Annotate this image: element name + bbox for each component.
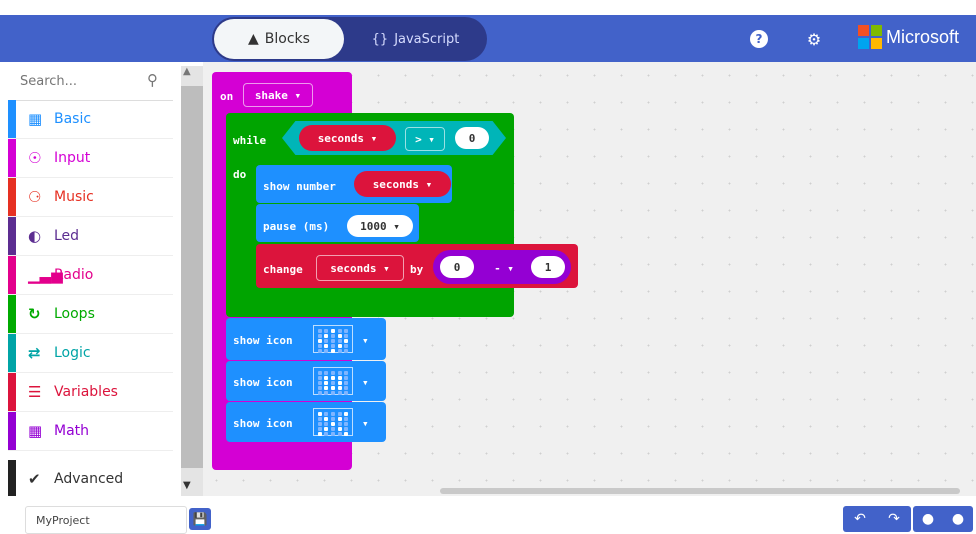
category-label: Logic [54,345,91,361]
tab-blocks-label: Blocks [264,31,310,47]
show-icon-label: show icon [233,417,293,430]
category-label: Loops [54,306,95,322]
category-advanced[interactable]: ✔ Advanced [8,460,173,498]
braces-icon: {} [371,31,389,47]
category-loops[interactable]: ↻ Loops [8,295,173,334]
project-name-field[interactable]: MyProject [25,506,187,534]
category-stripe [8,100,16,138]
target-icon: ☉ [28,149,42,167]
headphones-icon: ⚆ [28,188,42,206]
scroll-down-icon[interactable]: ▼ [183,480,191,491]
category-stripe [8,217,16,255]
category-label: Advanced [54,471,124,487]
category-stripe [8,373,16,411]
category-radio[interactable]: ▁▃▅ Radio [8,256,173,295]
math-operator-dropdown[interactable]: - ▾ [486,257,522,279]
change-label: change [263,263,303,276]
pause-value[interactable]: 1000 ▾ [347,215,413,237]
search-input[interactable] [18,72,132,90]
brand-text: Microsoft [886,27,960,47]
event-dropdown[interactable]: shake ▾ [243,83,313,107]
microsoft-logo-icon [858,25,882,49]
do-label: do [233,168,247,181]
workspace-scrollbar[interactable] [440,488,960,494]
show-number-label: show number [263,180,336,193]
help-icon[interactable]: ? [748,28,770,50]
search-box: ⚲ [8,62,173,101]
by-label: by [410,263,424,276]
refresh-icon: ↻ [28,305,41,323]
category-stripe [8,295,16,333]
category-music[interactable]: ⚆ Music [8,178,173,217]
led-pattern-icon[interactable] [313,408,353,436]
zoom-group: ● ● [913,506,973,532]
gear-icon[interactable]: ⚙ [803,28,825,50]
category-stripe [8,178,16,216]
category-stripe [8,412,16,450]
category-logic[interactable]: ⇄ Logic [8,334,173,373]
math-right-value[interactable]: 1 [531,256,565,278]
icon-dropdown-arrow[interactable]: ▾ [362,376,369,389]
math-left-value[interactable]: 0 [440,256,474,278]
category-label: Music [54,189,94,205]
led-pattern-icon[interactable] [313,325,353,353]
search-icon[interactable]: ⚲ [147,71,163,89]
led-pattern-icon[interactable] [313,367,353,395]
operator-dropdown[interactable]: > ▾ [405,127,445,151]
category-led[interactable]: ◐ Led [8,217,173,256]
category-variables[interactable]: ☰ Variables [8,373,173,412]
zoom-in-icon[interactable]: ● [943,506,973,532]
category-label: Led [54,228,80,244]
zoom-out-icon[interactable]: ● [913,506,943,532]
show-icon-label: show icon [233,376,293,389]
icon-dropdown-arrow[interactable]: ▾ [362,334,369,347]
category-stripe [8,334,16,372]
change-variable-dropdown[interactable]: seconds ▾ [316,255,404,281]
category-label: Basic [54,111,92,127]
condition-variable[interactable]: seconds ▾ [299,125,396,151]
chevron-down-icon: ✔ [28,470,41,488]
undo-icon[interactable]: ↶ [843,506,877,532]
icon-dropdown-arrow[interactable]: ▾ [362,417,369,430]
shuffle-icon: ⇄ [28,344,41,362]
toolbox-scrollbar-thumb[interactable] [181,86,203,468]
category-input[interactable]: ☉ Input [8,139,173,178]
category-stripe [8,460,16,498]
redo-icon[interactable]: ↷ [877,506,911,532]
toggle-icon: ◐ [28,227,42,245]
undo-redo-group: ↶ ↷ [843,506,911,532]
while-label: while [233,134,267,147]
tab-blocks[interactable]: ▲ Blocks [214,19,344,59]
header-bar [0,15,976,62]
category-label: Math [54,423,90,439]
save-icon[interactable]: 💾 [189,508,211,530]
condition-value[interactable]: 0 [455,127,489,149]
category-label: Variables [54,384,118,400]
signal-icon: ▁▃▅ [28,266,63,284]
tab-javascript-label: JavaScript [394,31,460,47]
on-label: on [220,90,234,103]
category-label: Input [54,150,91,166]
grid-icon: ▦ [28,110,43,128]
category-stripe [8,256,16,294]
list-icon: ☰ [28,383,42,401]
scroll-up-icon[interactable]: ▲ [183,66,191,77]
category-stripe [8,139,16,177]
calculator-icon: ▦ [28,422,43,440]
category-basic[interactable]: ▦ Basic [8,100,173,139]
show-icon-label: show icon [233,334,293,347]
show-number-variable[interactable]: seconds ▾ [354,171,451,197]
category-label: Radio [54,267,94,283]
pause-label: pause (ms) [263,220,330,233]
tab-javascript[interactable]: {} JavaScript [348,19,483,59]
blocks-icon: ▲ [248,31,259,47]
category-math[interactable]: ▦ Math [8,412,173,451]
